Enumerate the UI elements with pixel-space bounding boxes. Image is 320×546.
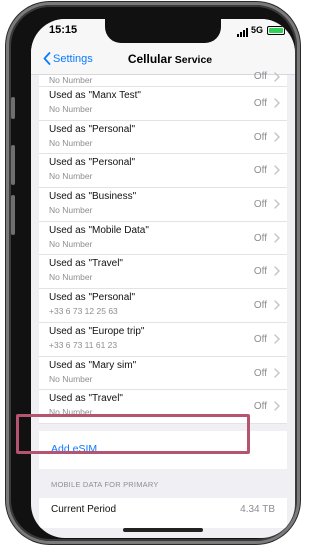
line-number: No Number — [49, 205, 93, 216]
cellular-lines-list: No Number Off Used as "Manx Test" No Number… — [39, 71, 287, 424]
page-title-rest: Service — [171, 54, 213, 66]
line-status: Off — [253, 333, 267, 345]
line-name: Used as "Manx Test" — [49, 90, 141, 101]
cellular-line-row[interactable]: Used as "Business" No Number Off — [39, 188, 287, 222]
volume-down-button — [11, 195, 15, 235]
cellular-line-row[interactable]: Used as "Personal" No Number Off — [39, 154, 287, 189]
line-number: No Number — [49, 75, 93, 85]
line-number: No Number — [49, 104, 93, 114]
line-name: Used as "Mary sim" — [49, 359, 137, 371]
chevron-right-icon — [274, 266, 280, 277]
network-type: 5G — [251, 25, 264, 35]
current-period-value: 4.34 TB — [240, 504, 275, 515]
chevron-right-icon — [274, 98, 280, 108]
notch — [105, 19, 221, 43]
line-status: Off — [253, 300, 267, 312]
line-status: Off — [253, 232, 267, 244]
line-status: Off — [253, 165, 267, 177]
chevron-right-icon — [274, 72, 280, 82]
chevron-right-icon — [274, 334, 280, 344]
line-status: Off — [253, 401, 267, 413]
cellular-line-row[interactable]: Used as "Personal" No Number Off — [39, 121, 287, 155]
status-time: 15:15 — [49, 24, 78, 36]
mute-switch — [11, 97, 15, 119]
current-period-row[interactable]: Current Period 4.34 TB — [39, 498, 287, 528]
section-header-mobile-data: MOBILE DATA FOR PRIMARY — [51, 480, 159, 489]
line-name: Used as "Personal" — [49, 123, 136, 135]
line-number: +33 6 73 11 61 23 — [49, 339, 118, 350]
cellular-line-row[interactable]: Used as "Mary sim" No Number Off — [39, 357, 287, 391]
line-name: Used as "Mobile Data" — [49, 224, 149, 236]
chevron-right-icon — [274, 300, 280, 310]
chevron-right-icon — [274, 367, 280, 378]
cellular-line-row[interactable]: Used as "Europe trip" +33 6 73 11 61 23 Of… — [39, 323, 287, 357]
cellular-line-row[interactable]: Used as "Mobile Data" No Number Off — [39, 222, 287, 256]
line-name: Used as "Personal" — [49, 157, 136, 169]
line-number: No Number — [49, 272, 93, 283]
page-title: Cellular Service — [31, 52, 295, 66]
battery-icon — [267, 26, 285, 35]
line-status: Off — [253, 266, 267, 278]
line-number: No Number — [49, 137, 93, 148]
line-status: Off — [253, 98, 267, 109]
chevron-right-icon — [274, 233, 280, 243]
line-status: Off — [253, 367, 267, 379]
line-name: Used as "Personal" — [49, 292, 136, 304]
signal-icon — [237, 28, 248, 37]
cellular-line-row[interactable]: No Number Off — [39, 71, 287, 87]
cellular-line-row[interactable]: Used as "Manx Test" No Number Off — [39, 87, 287, 121]
chevron-right-icon — [274, 131, 280, 142]
chevron-right-icon — [274, 165, 280, 176]
home-indicator — [123, 528, 203, 532]
line-number: No Number — [49, 171, 93, 182]
line-number: No Number — [49, 238, 93, 249]
line-number: +33 6 73 12 25 63 — [49, 306, 118, 317]
line-name: Used as "Travel" — [49, 258, 123, 270]
line-name: Used as "Business" — [49, 191, 137, 203]
line-number: No Number — [49, 373, 93, 384]
add-esim-highlight-box — [16, 414, 250, 454]
line-status: Off — [253, 131, 267, 143]
chevron-right-icon — [274, 401, 280, 411]
current-period-label: Current Period — [51, 504, 117, 515]
page-title-bold: Cellular — [127, 52, 172, 66]
cellular-line-row[interactable]: Used as "Travel" No Number Off — [39, 255, 287, 290]
chevron-right-icon — [274, 199, 280, 209]
line-name: Used as "Travel" — [49, 393, 123, 405]
phone-frame: 15:15 5G Settings Cellular Service No Nu… — [6, 2, 300, 544]
volume-up-button — [11, 145, 15, 185]
line-name: Used as "Europe trip" — [49, 325, 145, 337]
cellular-line-row[interactable]: Used as "Personal" +33 6 73 12 25 63 Off — [39, 289, 287, 323]
screen: 15:15 5G Settings Cellular Service No Nu… — [31, 19, 295, 538]
line-status: Off — [253, 199, 267, 211]
line-status: Off — [253, 71, 267, 82]
